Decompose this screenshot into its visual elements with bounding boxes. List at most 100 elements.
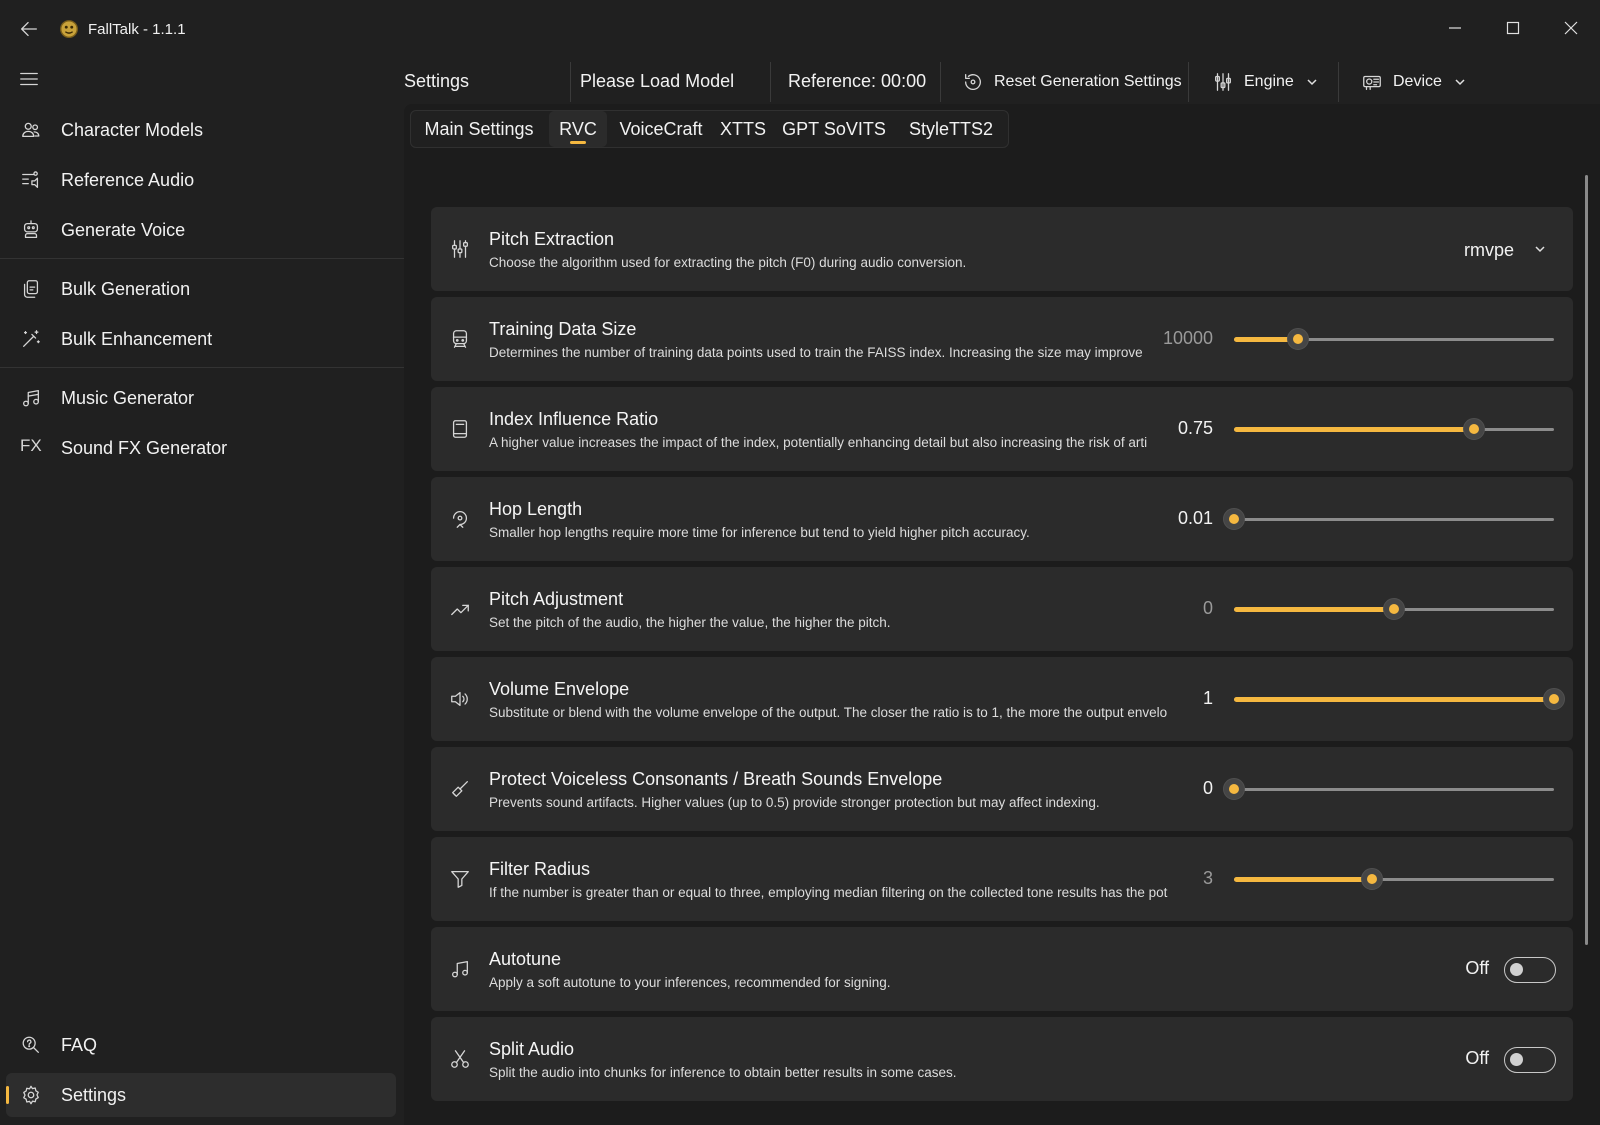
setting-description: Determines the number of training data p… xyxy=(489,345,1143,360)
tab-rvc[interactable]: RVC xyxy=(549,111,607,147)
tab-voicecraft[interactable]: VoiceCraft xyxy=(611,111,711,147)
tab-label: XTTS xyxy=(719,118,766,139)
autotune-toggle[interactable] xyxy=(1504,957,1556,983)
minimize-icon xyxy=(1449,27,1461,29)
tab-xtts[interactable]: XTTS xyxy=(713,111,773,147)
gpu-icon xyxy=(1363,75,1381,90)
selection-indicator xyxy=(6,1086,9,1104)
slider-thumb[interactable] xyxy=(1360,868,1383,890)
sidebar-item-generate-voice[interactable]: Generate Voice xyxy=(6,208,396,252)
reference-audio-icon xyxy=(22,171,39,188)
minimize-button[interactable] xyxy=(1432,10,1478,46)
pitch-extraction-dropdown[interactable]: rmvpe xyxy=(1416,233,1556,265)
setting-title: Pitch Adjustment xyxy=(489,589,624,609)
setting-title: Protect Voiceless Consonants / Breath So… xyxy=(489,769,943,789)
volume-envelope-slider[interactable] xyxy=(1234,688,1565,710)
pitch-adjustment-slider[interactable] xyxy=(1234,598,1554,620)
protect-voiceless-slider[interactable] xyxy=(1223,778,1554,800)
sidebar-item-bulk-generation[interactable]: Bulk Generation xyxy=(6,267,396,311)
close-icon xyxy=(1564,21,1578,35)
slider-thumb[interactable] xyxy=(1383,598,1405,620)
slider-thumb[interactable] xyxy=(1463,418,1485,440)
model-status: Please Load Model xyxy=(580,71,735,91)
setting-value: 3 xyxy=(1202,868,1213,888)
slider-track xyxy=(1234,518,1554,521)
music-note-icon xyxy=(452,961,468,978)
toggle-state-label: Off xyxy=(1465,1048,1489,1068)
sidebar-item-faq[interactable]: FAQ xyxy=(6,1023,396,1067)
device-dropdown[interactable]: Device xyxy=(1361,66,1466,98)
menu-button[interactable] xyxy=(18,68,44,92)
setting-description: Smaller hop lengths require more time fo… xyxy=(489,525,1030,540)
tab-gpt-sovits[interactable]: GPT SoVITS xyxy=(775,111,893,147)
tab-main-settings[interactable]: Main Settings xyxy=(413,111,545,147)
scissors-icon xyxy=(451,1050,469,1068)
slider-track xyxy=(1234,788,1554,791)
slider-thumb[interactable] xyxy=(1543,688,1565,710)
sidebar-item-label: Generate Voice xyxy=(61,219,186,240)
slider-thumb[interactable] xyxy=(1287,328,1309,350)
sidebar-item-label: Settings xyxy=(61,1084,127,1105)
training-data-size-slider[interactable] xyxy=(1234,328,1554,350)
split-audio-toggle[interactable] xyxy=(1504,1047,1556,1073)
slider-fill xyxy=(1234,697,1554,702)
dropdown-value: rmvpe xyxy=(1463,240,1514,260)
setting-card-pitch-adjustment: Pitch Adjustment Set the pitch of the au… xyxy=(431,567,1573,651)
index-influence-ratio-slider[interactable] xyxy=(1234,418,1554,440)
people-icon xyxy=(22,122,40,138)
sidebar-item-music-generator[interactable]: Music Generator xyxy=(6,376,396,420)
train-icon xyxy=(452,330,468,348)
setting-description: Prevents sound artifacts. Higher values … xyxy=(489,795,1100,810)
setting-description: A higher value increases the impact of t… xyxy=(489,435,1148,450)
setting-title: Autotune xyxy=(489,949,562,969)
command-divider xyxy=(940,62,941,102)
sidebar-item-label: Reference Audio xyxy=(61,169,195,190)
command-divider xyxy=(1188,62,1189,102)
sidebar-item-label: Bulk Enhancement xyxy=(61,328,213,349)
fx-icon: FX xyxy=(20,436,42,455)
sidebar-item-label: Character Models xyxy=(61,119,204,140)
filter-icon xyxy=(451,871,469,888)
filter-radius-slider[interactable] xyxy=(1234,868,1554,890)
maximize-icon xyxy=(1506,21,1520,35)
chevron-down-icon xyxy=(1455,79,1465,86)
setting-card-index-influence-ratio: Index Influence Ratio A higher value inc… xyxy=(431,387,1573,471)
setting-card-hop-length: Hop Length Smaller hop lengths require m… xyxy=(431,477,1573,561)
close-button[interactable] xyxy=(1548,10,1594,46)
settings-tabs: Main Settings RVC VoiceCraft XTTS GPT So… xyxy=(410,110,1009,148)
sidebar-item-reference-audio[interactable]: Reference Audio xyxy=(6,158,396,202)
hop-icon xyxy=(452,511,468,528)
reset-icon xyxy=(965,74,981,90)
setting-title: Volume Envelope xyxy=(489,679,630,699)
setting-card-training-data-size: Training Data Size Determines the number… xyxy=(431,297,1573,381)
sidebar-item-label: Sound FX Generator xyxy=(61,437,228,458)
device-label: Device xyxy=(1393,73,1442,90)
sidebar-item-bulk-enhancement[interactable]: Bulk Enhancement xyxy=(6,317,396,361)
hop-length-slider[interactable] xyxy=(1223,508,1554,530)
setting-description: Choose the algorithm used for extracting… xyxy=(489,255,967,270)
command-divider xyxy=(570,62,571,102)
setting-value: 0 xyxy=(1202,598,1213,618)
sidebar-item-settings[interactable]: Settings xyxy=(6,1073,396,1117)
slider-thumb[interactable] xyxy=(1223,778,1245,800)
maximize-button[interactable] xyxy=(1490,10,1536,46)
engine-dropdown[interactable]: Engine xyxy=(1212,66,1318,98)
sidebar-item-character-models[interactable]: Character Models xyxy=(6,108,396,152)
sidebar-item-label: Music Generator xyxy=(61,387,195,408)
sidebar-item-sound-fx-generator[interactable]: FX Sound FX Generator xyxy=(6,426,396,470)
reset-generation-settings-button[interactable]: Reset Generation Settings xyxy=(962,66,1182,98)
sidebar-divider xyxy=(0,258,404,259)
setting-title: Split Audio xyxy=(489,1039,575,1059)
gear-icon xyxy=(23,1085,39,1105)
pitch-extraction-icon xyxy=(452,240,468,258)
slider-thumb[interactable] xyxy=(1223,508,1245,530)
back-button[interactable] xyxy=(18,18,42,42)
vertical-scrollbar[interactable] xyxy=(1585,175,1588,945)
title-bar: FallTalk - 1.1.1 xyxy=(0,0,1600,60)
setting-description: Substitute or blend with the volume enve… xyxy=(489,705,1168,720)
reference-duration: Reference: 00:00 xyxy=(788,71,927,91)
speaker-icon xyxy=(451,691,468,707)
magic-wand-icon xyxy=(23,330,40,347)
setting-card-protect-voiceless-consonants: Protect Voiceless Consonants / Breath So… xyxy=(431,747,1573,831)
tab-styletts2[interactable]: StyleTTS2 xyxy=(897,111,1005,147)
